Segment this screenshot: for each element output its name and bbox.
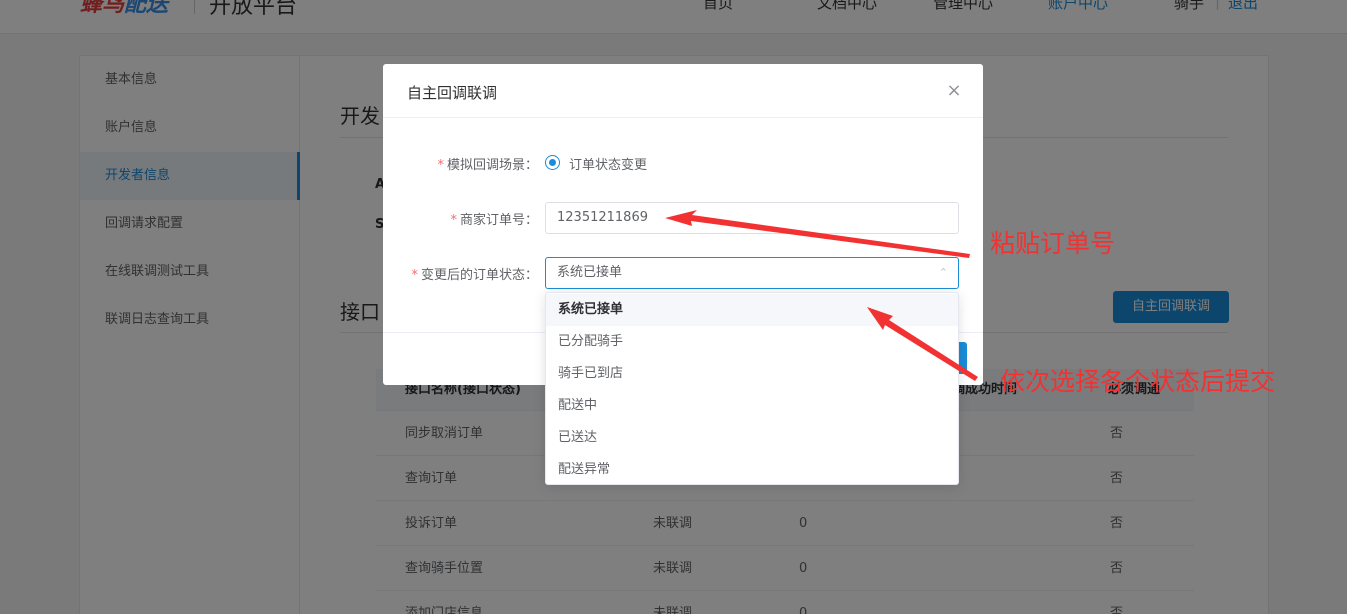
annotation-arrows <box>665 210 978 381</box>
annotation-select-submit: 依次选择各个状态后提交 <box>1000 367 1276 396</box>
submit-arrow <box>867 307 978 381</box>
paste-arrow <box>665 210 970 258</box>
annotation-paste-order: 粘贴订单号 <box>990 229 1116 258</box>
